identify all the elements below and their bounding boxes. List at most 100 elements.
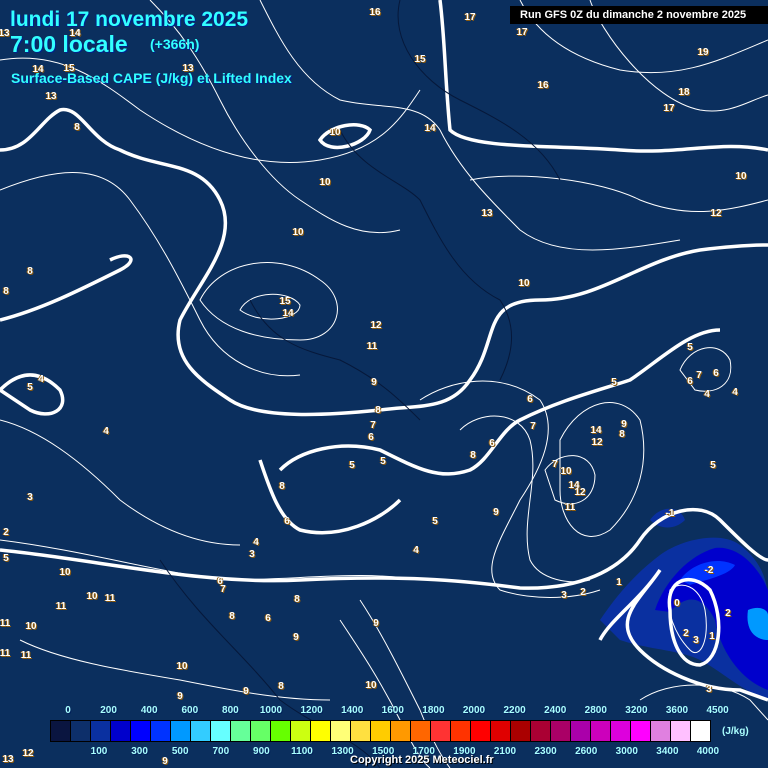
colorbar-swatch [311,721,331,741]
colorbar-swatch [171,721,191,741]
colorbar-tick-label: 2800 [584,705,607,716]
contour-label: 13 [481,208,493,219]
colorbar-swatch [631,721,651,741]
contour-label: 14 [282,308,294,319]
colorbar-swatch [71,721,91,741]
colorbar-swatch [611,721,631,741]
contour-label: 5 [349,460,355,471]
contour-label: 9 [371,377,377,388]
colorbar-tick-label: 2300 [534,746,557,757]
colorbar-swatch [331,721,351,741]
contour-label: -1 [665,508,675,519]
colorbar-swatch [351,721,371,741]
colorbar-tick-label: 700 [212,746,230,757]
contour-label: 11 [55,601,67,612]
colorbar-tick-label: 2400 [544,705,567,716]
contour-label: 2 [3,527,9,538]
colorbar-tick-label: 500 [171,746,189,757]
colorbar-tick-label: 800 [222,705,239,716]
colorbar-tick-label: 600 [181,705,199,716]
contour-label: 8 [74,122,80,133]
contour-label: 3 [706,684,712,695]
contour-label: 3 [27,492,33,503]
contour-label: 2 [683,628,689,639]
colorbar-swatch [431,721,451,741]
contour-label: 5 [27,382,33,393]
colorbar-tick-label: 2100 [493,746,517,757]
colorbar-swatch [591,721,611,741]
contour-label: 10 [176,661,188,672]
thin-contours [0,0,768,768]
contour-label: 5 [710,460,716,471]
colorbar-swatch [211,721,231,741]
contour-label: 11 [366,341,378,352]
contour-label: 17 [516,27,528,38]
contour-label: 8 [279,481,285,492]
colorbar-swatch [691,721,710,741]
contour-label: 6 [527,394,533,405]
colorbar-swatch [91,721,111,741]
contour-label: 8 [619,429,625,440]
contour-label: 10 [25,621,37,632]
colorbar-swatch [451,721,471,741]
contour-label: 10 [735,171,747,182]
model-run-info: Run GFS 0Z du dimanche 2 novembre 2025 [510,6,768,24]
contour-label: 15 [279,296,291,307]
contour-label: 8 [375,405,381,416]
country-borders [159,0,561,768]
weather-map: 16 17 17 15 16 19 18 17 14 10 10 13 12 10 10 10 15 14 12 11… [0,0,768,768]
contour-label: 8 [27,266,33,277]
contour-label: 10 [329,127,341,138]
colorbar [50,720,711,742]
colorbar-tick-label: 900 [253,746,270,757]
colorbar-swatch [231,721,251,741]
contour-label: 14 [590,425,602,436]
contour-label: 5 [380,456,386,467]
contour-label: 4 [704,389,710,400]
contour-label: 9 [162,756,168,767]
colorbar-swatch [291,721,311,741]
contour-label: 7 [370,420,376,431]
colorbar-swatch [111,721,131,741]
colorbar-swatch [131,721,151,741]
contour-label: 5 [611,377,617,388]
contour-label: 4 [732,387,738,398]
contour-label: 2 [580,587,586,598]
colorbar-tick-label: 100 [90,746,108,757]
contour-label: 6 [713,368,719,379]
contour-label: 9 [177,691,183,702]
colorbar-tick-label: 3200 [625,705,648,716]
contour-label: 11 [20,650,32,661]
colorbar-swatch [251,721,271,741]
colorbar-swatch [191,721,211,741]
colorbar-swatch [271,721,291,741]
contour-label: 18 [678,87,690,98]
colorbar-swatch [411,721,431,741]
contour-label: 6 [687,376,693,387]
contour-label: 10 [319,177,331,188]
contour-label: 11 [0,618,11,629]
contour-label: 9 [493,507,499,518]
contour-label: 19 [697,47,709,58]
parameter-title: Surface-Based CAPE (J/kg) et Lifted Inde… [11,70,292,86]
colorbar-swatch [471,721,491,741]
colorbar-swatch [391,721,411,741]
contour-label: 12 [22,748,34,759]
colorbar-swatch [671,721,691,741]
colorbar-swatch [531,721,551,741]
forecast-date: lundi 17 novembre 2025 [10,8,249,31]
contour-label: 11 [564,502,576,513]
contour-label: 8 [294,594,300,605]
contour-label: 3 [693,635,699,646]
contour-label: 3 [249,549,255,560]
colorbar-swatch [651,721,671,741]
colorbar-tick-label: 2000 [462,705,486,716]
contour-label: 9 [373,618,379,629]
colorbar-tick-label: 1800 [422,705,445,716]
forecast-lead-time: (+366h) [150,36,200,52]
copyright: Copyright 2025 Meteociel.fr [350,754,494,766]
contour-label: 7 [696,370,702,381]
contour-label: 13 [0,28,10,39]
contour-label: 12 [574,487,586,498]
colorbar-swatch [551,721,571,741]
